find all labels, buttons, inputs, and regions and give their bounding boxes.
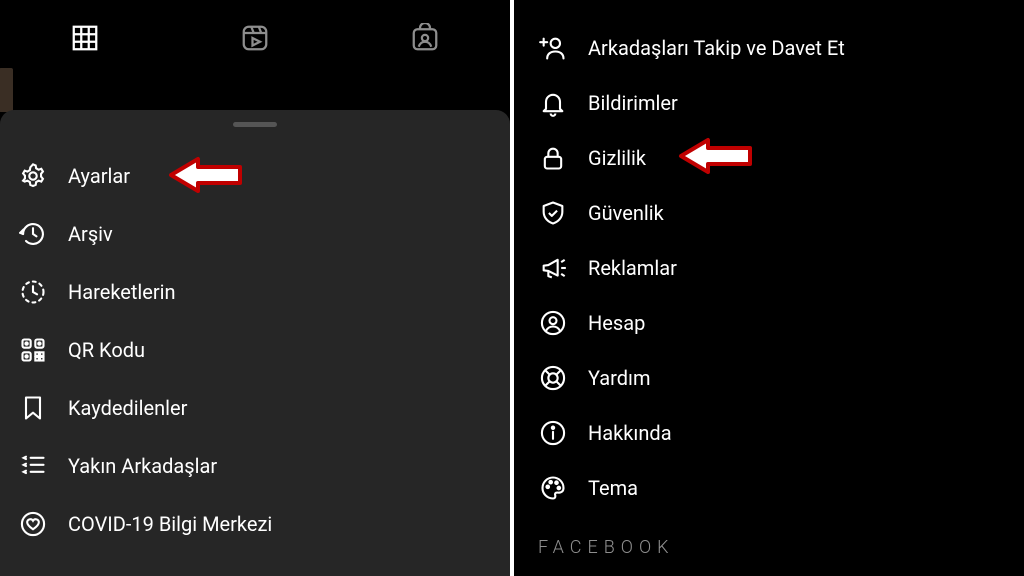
profile-thumb xyxy=(0,68,13,112)
settings-panel: Arkadaşları Takip ve Davet Et Bildirimle… xyxy=(514,0,1024,576)
settings-label: Arkadaşları Takip ve Davet Et xyxy=(588,36,845,60)
gear-icon xyxy=(18,161,48,191)
close-friends-icon xyxy=(18,451,48,481)
reels-tab-icon[interactable] xyxy=(240,23,270,53)
menu-item-activity[interactable]: Hareketlerin xyxy=(18,263,510,321)
menu-item-archive[interactable]: Arşiv xyxy=(18,205,510,263)
profile-menu: Ayarlar Arşiv xyxy=(0,147,510,553)
footer-brand: FACEBOOK xyxy=(514,537,1024,558)
account-icon xyxy=(538,308,568,338)
settings-item-privacy[interactable]: Gizlilik xyxy=(538,130,1024,185)
menu-label: Hareketlerin xyxy=(68,280,176,304)
settings-label: Gizlilik xyxy=(588,146,646,170)
bottom-sheet: Ayarlar Arşiv xyxy=(0,110,510,576)
sheet-grabber[interactable] xyxy=(233,122,277,127)
menu-label: Ayarlar xyxy=(68,164,130,188)
settings-item-invite[interactable]: Arkadaşları Takip ve Davet Et xyxy=(538,20,1024,75)
settings-item-theme[interactable]: Tema xyxy=(538,460,1024,515)
settings-list: Arkadaşları Takip ve Davet Et Bildirimle… xyxy=(514,0,1024,515)
menu-label: Kaydedilenler xyxy=(68,396,187,420)
tagged-tab-icon[interactable] xyxy=(410,23,440,53)
settings-label: Güvenlik xyxy=(588,201,664,225)
menu-item-qr[interactable]: QR Kodu xyxy=(18,321,510,379)
profile-menu-panel: Ayarlar Arşiv xyxy=(0,0,510,576)
settings-item-security[interactable]: Güvenlik xyxy=(538,185,1024,240)
settings-label: Hesap xyxy=(588,311,645,335)
menu-label: Arşiv xyxy=(68,222,113,246)
menu-item-closefriends[interactable]: Yakın Arkadaşlar xyxy=(18,437,510,495)
settings-item-about[interactable]: Hakkında xyxy=(538,405,1024,460)
shield-check-icon xyxy=(538,198,568,228)
settings-item-account[interactable]: Hesap xyxy=(538,295,1024,350)
menu-label: QR Kodu xyxy=(68,338,145,362)
menu-item-settings[interactable]: Ayarlar xyxy=(18,147,510,205)
profile-tabbar xyxy=(0,0,510,75)
settings-label: Bildirimler xyxy=(588,91,678,115)
settings-label: Yardım xyxy=(588,366,651,390)
menu-item-saved[interactable]: Kaydedilenler xyxy=(18,379,510,437)
activity-icon xyxy=(18,277,48,307)
settings-label: Reklamlar xyxy=(588,256,677,280)
settings-item-notifications[interactable]: Bildirimler xyxy=(538,75,1024,130)
menu-label: COVID-19 Bilgi Merkezi xyxy=(68,512,272,536)
grid-tab-icon[interactable] xyxy=(70,23,100,53)
lock-icon xyxy=(538,143,568,173)
qr-icon xyxy=(18,335,48,365)
heart-circle-icon xyxy=(18,509,48,539)
menu-label: Yakın Arkadaşlar xyxy=(68,454,217,478)
settings-item-ads[interactable]: Reklamlar xyxy=(538,240,1024,295)
invite-icon xyxy=(538,33,568,63)
pointer-arrow-icon xyxy=(168,155,244,195)
palette-icon xyxy=(538,473,568,503)
archive-icon xyxy=(18,219,48,249)
help-icon xyxy=(538,363,568,393)
bell-icon xyxy=(538,88,568,118)
bookmark-icon xyxy=(18,393,48,423)
pointer-arrow-icon xyxy=(678,136,754,176)
settings-item-help[interactable]: Yardım xyxy=(538,350,1024,405)
settings-label: Hakkında xyxy=(588,421,672,445)
settings-label: Tema xyxy=(588,476,638,500)
megaphone-icon xyxy=(538,253,568,283)
info-icon xyxy=(538,418,568,448)
menu-item-covid[interactable]: COVID-19 Bilgi Merkezi xyxy=(18,495,510,553)
